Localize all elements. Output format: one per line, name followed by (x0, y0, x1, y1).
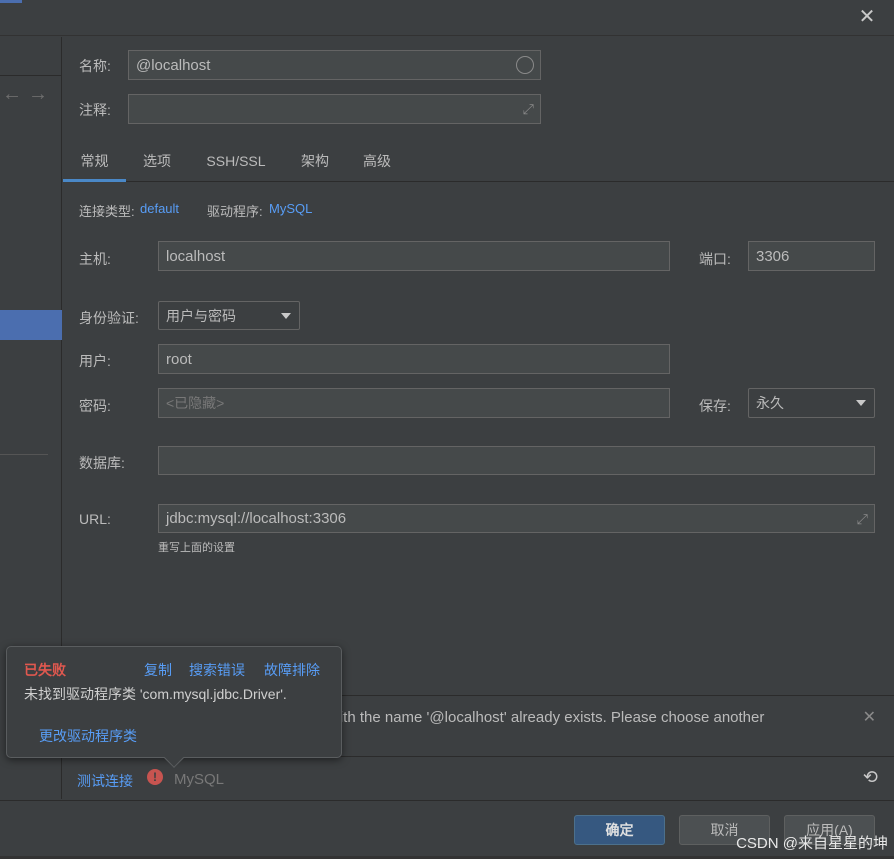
driver-link[interactable]: MySQL (269, 201, 312, 216)
port-input[interactable]: 3306 (748, 241, 875, 271)
tab-bar: 常规 选项 SSH/SSL 架构 高级 (63, 144, 894, 182)
connection-type-label: 连接类型: (79, 204, 135, 219)
user-value: root (166, 350, 192, 368)
password-input[interactable]: <已隐藏> (158, 388, 670, 418)
save-label: 保存: (699, 398, 731, 414)
host-label: 主机: (79, 251, 111, 267)
tab-ssh-ssl[interactable]: SSH/SSL (196, 144, 276, 182)
test-driver-label: MySQL (174, 771, 225, 788)
ok-button[interactable]: 确定 (574, 815, 665, 845)
close-icon[interactable]: ✕ (863, 707, 876, 727)
expand-icon[interactable]: ⤢ (857, 510, 868, 527)
port-value: 3306 (756, 247, 790, 265)
host-value: localhost (166, 247, 226, 265)
auth-select[interactable]: 用户与密码 (158, 301, 300, 330)
test-connection-row: 测试连接 ! MySQL ⟲ (63, 757, 894, 799)
user-label: 用户: (79, 353, 111, 369)
failure-status: 已失败 (24, 662, 66, 678)
dialog-footer: 确定 取消 应用(A) CSDN @来自星星的坤 (0, 800, 894, 859)
chevron-down-icon (856, 400, 866, 406)
forward-arrow-icon[interactable]: → (28, 83, 54, 105)
title-bar: ✕ (0, 0, 894, 36)
search-error-link[interactable]: 搜索错误 (189, 660, 245, 680)
auth-value: 用户与密码 (166, 307, 236, 324)
url-label: URL: (79, 511, 111, 527)
comment-label: 注释: (79, 102, 111, 118)
host-input[interactable]: localhost (158, 241, 670, 271)
name-input[interactable]: @localhost (128, 50, 541, 80)
url-input[interactable]: jdbc:mysql://localhost:3306 ⤢ (158, 504, 875, 533)
save-select[interactable]: 永久 (748, 388, 875, 418)
password-label: 密码: (79, 398, 111, 414)
name-value: @localhost (136, 56, 211, 74)
watermark: CSDN @来自星星的坤 (736, 835, 888, 852)
close-icon[interactable]: ✕ (858, 7, 876, 27)
error-icon[interactable]: ! (147, 769, 163, 785)
title-bar-accent (0, 0, 22, 3)
port-label: 端口: (699, 251, 731, 267)
expand-icon[interactable]: ⤢ (523, 101, 534, 118)
undo-icon[interactable]: ⟲ (863, 767, 878, 788)
sidebar-item-selected[interactable] (0, 310, 62, 340)
test-connection-link[interactable]: 测试连接 (77, 771, 133, 791)
failure-message: 未找到驱动程序类 'com.mysql.jdbc.Driver'. (24, 686, 287, 702)
copy-link[interactable]: 复制 (144, 660, 172, 680)
tab-general[interactable]: 常规 (63, 144, 126, 182)
driver-label: 驱动程序: (207, 204, 263, 219)
troubleshoot-link[interactable]: 故障排除 (264, 660, 320, 680)
banner-text: with the name '@localhost' already exist… (329, 709, 765, 726)
auth-label: 身份验证: (79, 310, 139, 326)
database-label: 数据库: (79, 455, 125, 471)
password-placeholder: <已隐藏> (166, 395, 225, 411)
change-driver-link[interactable]: 更改驱动程序类 (39, 726, 137, 746)
tab-advanced[interactable]: 高级 (350, 144, 404, 182)
save-value: 永久 (756, 395, 784, 411)
tab-options[interactable]: 选项 (130, 144, 184, 182)
comment-input[interactable]: ⤢ (128, 94, 541, 124)
nav-arrows: ←→ (2, 83, 54, 106)
user-input[interactable]: root (158, 344, 670, 374)
url-hint: 重写上面的设置 (158, 542, 235, 554)
sidebar-divider (0, 75, 62, 76)
failure-popup: 已失败 复制 搜索错误 故障排除 未找到驱动程序类 'com.mysql.jdb… (6, 646, 342, 768)
chevron-down-icon (281, 312, 291, 319)
color-circle-icon[interactable] (516, 56, 534, 74)
connection-type-link[interactable]: default (140, 201, 179, 216)
sidebar-divider-2 (0, 454, 48, 455)
database-input[interactable] (158, 446, 875, 475)
back-arrow-icon[interactable]: ← (2, 83, 28, 105)
url-value: jdbc:mysql://localhost:3306 (166, 510, 347, 527)
name-label: 名称: (79, 58, 111, 74)
tab-schemas[interactable]: 架构 (288, 144, 342, 182)
